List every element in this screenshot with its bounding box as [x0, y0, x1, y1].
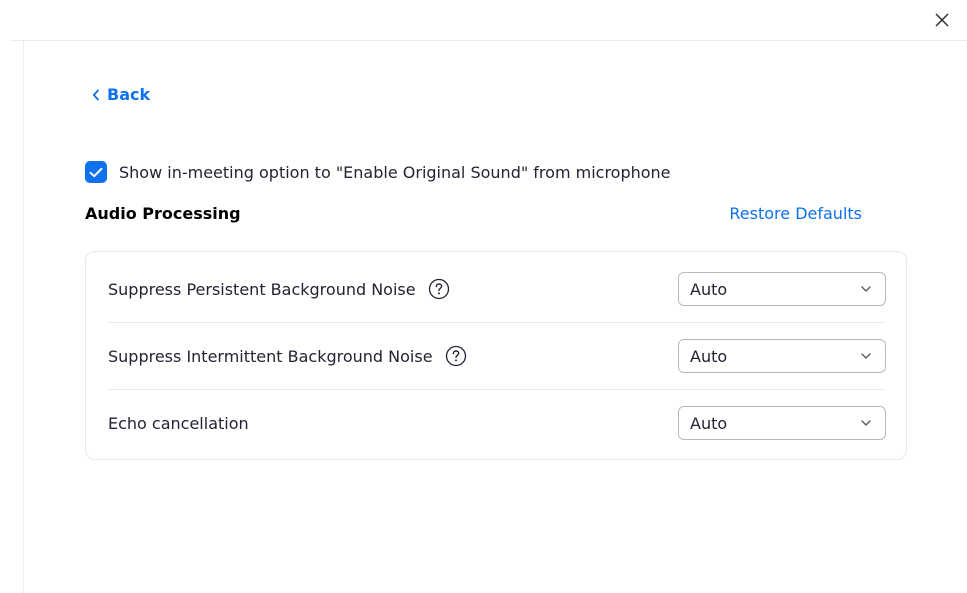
original-sound-label: Show in-meeting option to "Enable Origin… — [119, 162, 671, 182]
back-link[interactable]: Back — [92, 85, 150, 104]
help-icon[interactable] — [428, 278, 450, 300]
close-button[interactable] — [930, 8, 954, 32]
original-sound-option: Show in-meeting option to "Enable Origin… — [85, 161, 671, 183]
restore-defaults-link[interactable]: Restore Defaults — [729, 204, 862, 223]
close-icon — [935, 13, 949, 27]
persistent-noise-select[interactable]: Auto — [678, 272, 886, 306]
setting-label: Echo cancellation — [108, 413, 249, 433]
setting-label: Suppress Persistent Background Noise — [108, 279, 416, 299]
echo-cancellation-select[interactable]: Auto — [678, 406, 886, 440]
select-value: Auto — [690, 279, 728, 299]
select-value: Auto — [690, 413, 728, 433]
settings-window: Back Show in-meeting option to "Enable O… — [0, 0, 967, 593]
chevron-down-icon — [861, 420, 871, 426]
setting-label: Suppress Intermittent Background Noise — [108, 346, 433, 366]
top-divider — [10, 40, 967, 41]
setting-row-persistent-noise: Suppress Persistent Background Noise Aut… — [108, 256, 886, 322]
select-value: Auto — [690, 346, 728, 366]
setting-row-intermittent-noise: Suppress Intermittent Background Noise A… — [108, 323, 886, 389]
chevron-left-icon — [92, 89, 99, 100]
help-icon[interactable] — [445, 345, 467, 367]
chevron-down-icon — [861, 286, 871, 292]
original-sound-checkbox[interactable] — [85, 161, 107, 183]
left-divider — [23, 41, 24, 593]
checkmark-icon — [89, 167, 103, 177]
setting-label-wrap: Suppress Intermittent Background Noise — [108, 345, 467, 367]
back-label: Back — [107, 85, 151, 104]
setting-label-wrap: Suppress Persistent Background Noise — [108, 278, 450, 300]
setting-row-echo-cancellation: Echo cancellation Auto — [108, 390, 886, 456]
section-title: Audio Processing — [85, 204, 241, 223]
audio-processing-card: Suppress Persistent Background Noise Aut… — [85, 251, 907, 460]
chevron-down-icon — [861, 353, 871, 359]
setting-label-wrap: Echo cancellation — [108, 414, 249, 433]
intermittent-noise-select[interactable]: Auto — [678, 339, 886, 373]
